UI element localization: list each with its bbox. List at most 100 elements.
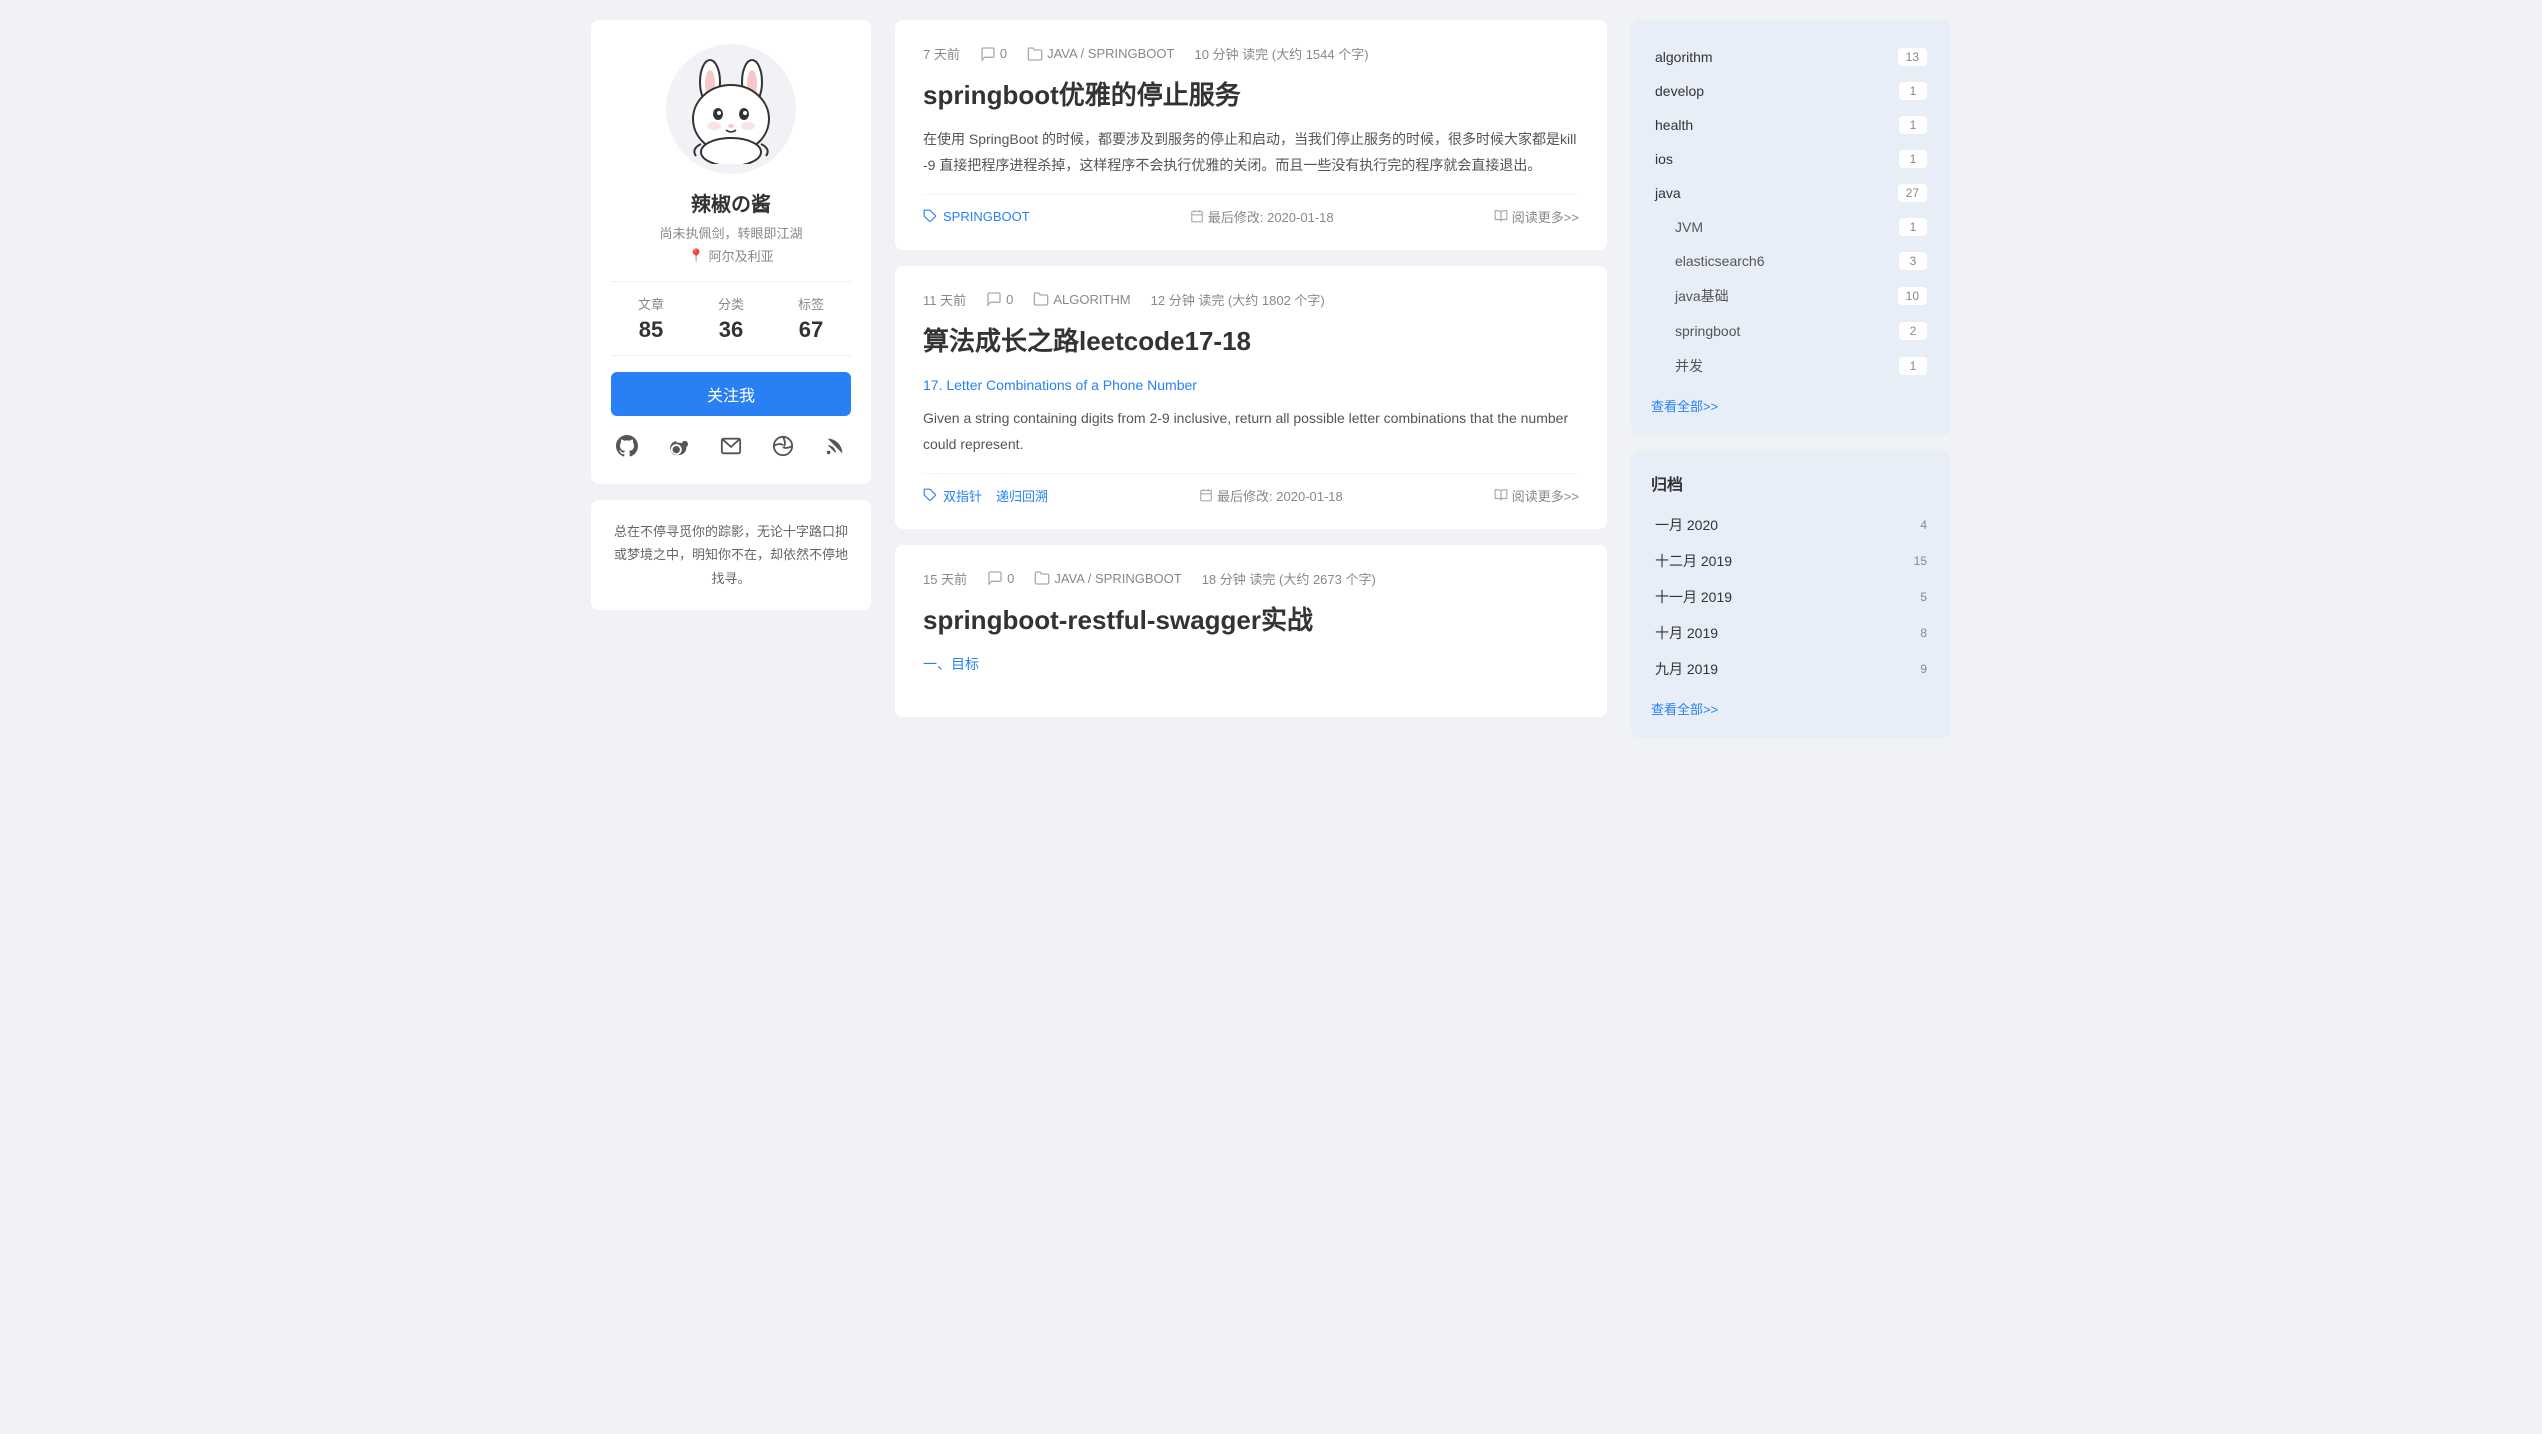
archive-item[interactable]: 十一月 20195 [1651, 579, 1931, 615]
calendar-icon-2 [1199, 488, 1213, 502]
category-name: java [1655, 185, 1681, 201]
last-modified-1: 最后修改: 2020-01-18 [1190, 207, 1334, 226]
article-link-3[interactable]: 一、目标 [923, 652, 1579, 677]
profile-bio: 尚未执佩剑，转眼即江湖 [659, 223, 802, 242]
article-tags-2: 双指针 递归回溯 [923, 486, 1048, 505]
categories-view-all[interactable]: 查看全部>> [1651, 396, 1931, 415]
category-item[interactable]: algorithm13 [1651, 40, 1931, 74]
category-count: 1 [1899, 116, 1927, 134]
follow-button[interactable]: 关注我 [611, 372, 851, 416]
article-category-2: ALGORITHM [1033, 291, 1130, 307]
profile-location: 📍 阿尔及利亚 [688, 246, 773, 265]
quote-card: 总在不停寻觅你的踪影，无论十字路口抑或梦境之中，明知你不在，却依然不停地找寻。 [591, 500, 871, 610]
article-title-1[interactable]: springboot优雅的停止服务 [923, 77, 1579, 113]
article-readtime-1: 10 分钟 读完 (大约 1544 个字) [1194, 44, 1368, 63]
archive-name: 九月 2019 [1655, 659, 1718, 679]
archive-name: 十月 2019 [1655, 623, 1718, 643]
article-title-3[interactable]: springboot-restful-swagger实战 [923, 602, 1579, 638]
main-content: 7 天前 0 JAVA / SPRINGBOOT 10 分钟 读完 (大约 15… [895, 20, 1607, 738]
tag-springboot[interactable]: SPRINGBOOT [943, 209, 1030, 224]
archive-item[interactable]: 十月 2019 8 [1651, 615, 1931, 651]
rss-icon[interactable] [821, 432, 849, 460]
archive-item[interactable]: 十二月 201915 [1651, 543, 1931, 579]
archive-count: 15 [1914, 554, 1927, 568]
archive-title: 归档 [1651, 471, 1931, 495]
calendar-icon [1190, 209, 1204, 223]
quote-text: 总在不停寻觅你的踪影，无论十字路口抑或梦境之中，明知你不在，却依然不停地找寻。 [614, 524, 848, 586]
location-icon: 📍 [688, 248, 704, 264]
article-comments-1: 0 [980, 46, 1007, 62]
folder-icon [1027, 46, 1043, 62]
tag-icon-2 [923, 488, 937, 502]
article-category-1: JAVA / SPRINGBOOT [1027, 46, 1174, 62]
read-more-1[interactable]: 阅读更多>> [1494, 207, 1579, 226]
category-item[interactable]: develop1 [1651, 74, 1931, 108]
categories-list: algorithm13develop1health1ios1java27JVM1… [1651, 40, 1931, 384]
article-footer-1: SPRINGBOOT 最后修改: 2020-01-18 阅读更多>> [923, 194, 1579, 226]
archive-count: 5 [1920, 590, 1927, 604]
archive-view-all[interactable]: 查看全部>> [1651, 699, 1931, 718]
article-time-2: 11 天前 [923, 290, 966, 309]
category-name: elasticsearch6 [1655, 253, 1765, 269]
article-time-3: 15 天前 [923, 569, 967, 588]
article-excerpt-3: 一、目标 [923, 652, 1579, 677]
article-readtime-3: 18 分钟 读完 (大约 2673 个字) [1202, 569, 1376, 588]
category-count: 1 [1899, 218, 1927, 236]
tag-icon [923, 209, 937, 223]
category-item[interactable]: 并发1 [1651, 348, 1931, 384]
archive-list: 一月 2020 4 十二月 201915十一月 20195 十月 2019 8 九月 20… [1651, 507, 1931, 687]
article-footer-2: 双指针 递归回溯 最后修改: 2020-01-18 阅读更多>> [923, 473, 1579, 505]
article-title-2[interactable]: 算法成长之路leetcode17-18 [923, 323, 1579, 359]
profile-card: 辣椒の酱 尚未执佩剑，转眼即江湖 📍 阿尔及利亚 文章 85 分类 36 标签 … [591, 20, 871, 484]
archive-count: 8 [1920, 626, 1927, 640]
category-count: 27 [1898, 184, 1927, 202]
category-item[interactable]: springboot2 [1651, 314, 1931, 348]
stat-tags: 标签 67 [798, 294, 824, 343]
left-sidebar: 辣椒の酱 尚未执佩剑，转眼即江湖 📍 阿尔及利亚 文章 85 分类 36 标签 … [591, 20, 871, 738]
category-item[interactable]: java基础10 [1651, 278, 1931, 314]
comment-icon [980, 46, 996, 62]
article-link-2[interactable]: 17. Letter Combinations of a Phone Numbe… [923, 373, 1579, 398]
stat-articles: 文章 85 [638, 294, 664, 343]
article-card-1: 7 天前 0 JAVA / SPRINGBOOT 10 分钟 读完 (大约 15… [895, 20, 1607, 250]
read-more-2[interactable]: 阅读更多>> [1494, 486, 1579, 505]
archive-name: 一月 2020 [1655, 515, 1718, 535]
archive-card: 归档 一月 2020 4 十二月 201915十一月 20195 十月 2019 8 九月… [1631, 451, 1951, 738]
article-meta-1: 7 天前 0 JAVA / SPRINGBOOT 10 分钟 读完 (大约 15… [923, 44, 1579, 63]
article-excerpt-2: 17. Letter Combinations of a Phone Numbe… [923, 373, 1579, 457]
category-item[interactable]: JVM1 [1651, 210, 1931, 244]
email-icon[interactable] [717, 432, 745, 460]
comment-icon-2 [986, 291, 1002, 307]
read-icon-2 [1494, 488, 1508, 502]
folder-icon-2 [1033, 291, 1049, 307]
last-modified-2: 最后修改: 2020-01-18 [1199, 486, 1343, 505]
category-name: java基础 [1655, 286, 1729, 306]
article-time-1: 7 天前 [923, 44, 960, 63]
category-name: develop [1655, 83, 1704, 99]
profile-stats: 文章 85 分类 36 标签 67 [611, 281, 851, 356]
avatar [666, 44, 796, 174]
article-card-3: 15 天前 0 JAVA / SPRINGBOOT 18 分钟 读完 (大约 2… [895, 545, 1607, 718]
category-item[interactable]: java 27 [1651, 176, 1931, 210]
weibo-icon[interactable] [665, 432, 693, 460]
category-count: 1 [1899, 150, 1927, 168]
category-item[interactable]: health1 [1651, 108, 1931, 142]
tag-recursion[interactable]: 递归回溯 [996, 486, 1048, 505]
article-excerpt-1: 在使用 SpringBoot 的时候，都要涉及到服务的停止和启动，当我们停止服务… [923, 127, 1579, 177]
article-category-3: JAVA / SPRINGBOOT [1034, 570, 1181, 586]
category-item[interactable]: ios1 [1651, 142, 1931, 176]
archive-count: 4 [1920, 518, 1927, 532]
category-item[interactable]: elasticsearch6 3 [1651, 244, 1931, 278]
folder-icon-3 [1034, 570, 1050, 586]
archive-item[interactable]: 一月 2020 4 [1651, 507, 1931, 543]
github-icon[interactable] [613, 432, 641, 460]
stat-categories: 分类 36 [718, 294, 744, 343]
category-count: 3 [1899, 252, 1927, 270]
dribbble-icon[interactable] [769, 432, 797, 460]
tag-double-pointer[interactable]: 双指针 [943, 486, 982, 505]
category-name: springboot [1655, 323, 1740, 339]
article-comments-3: 0 [987, 570, 1014, 586]
comment-icon-3 [987, 570, 1003, 586]
archive-item[interactable]: 九月 20199 [1651, 651, 1931, 687]
category-count: 13 [1898, 48, 1927, 66]
